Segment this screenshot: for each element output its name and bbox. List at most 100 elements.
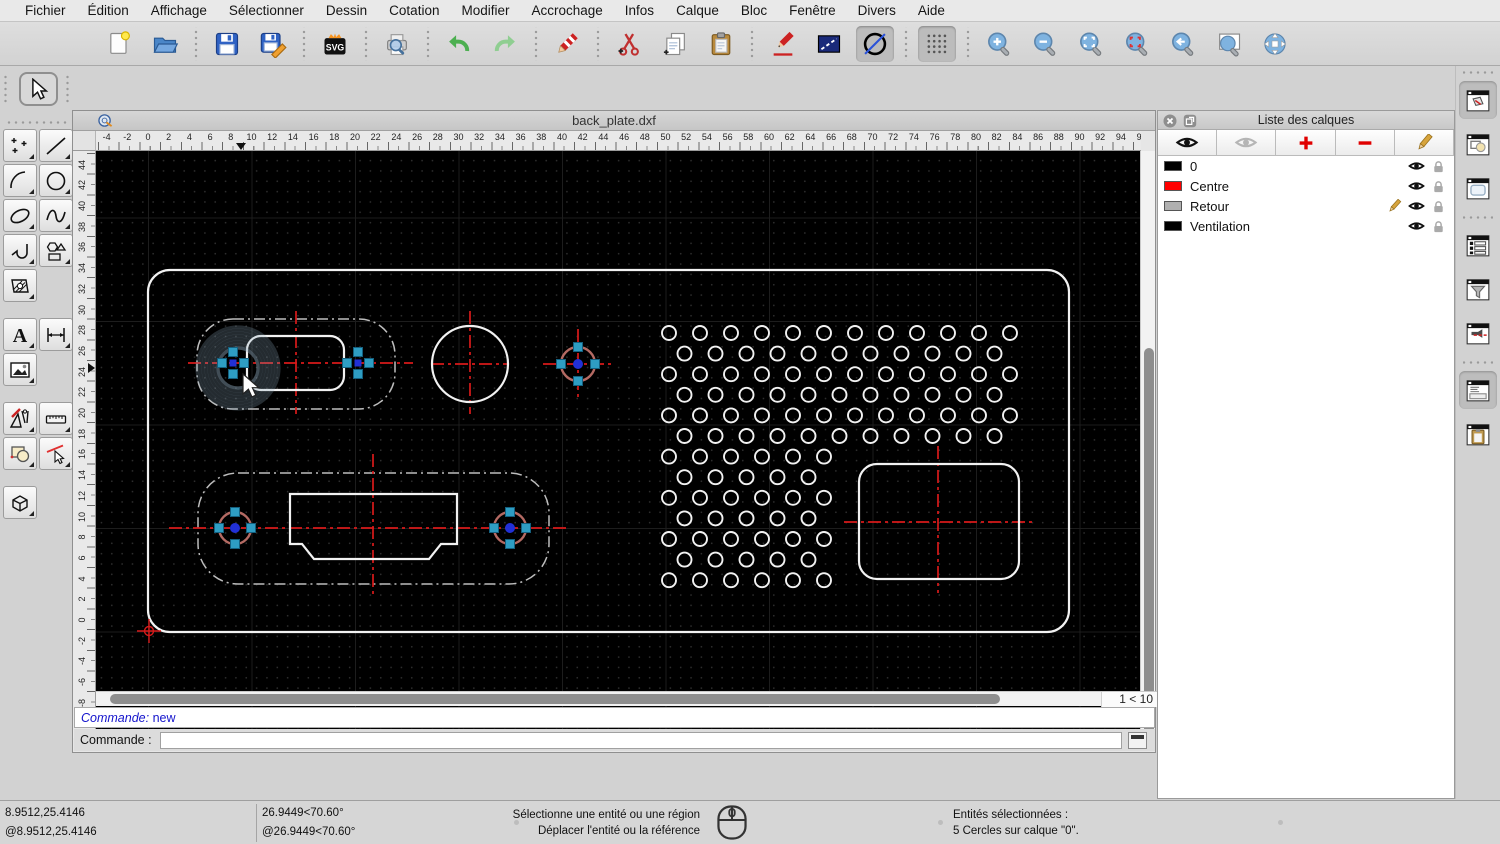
selection-handle[interactable]	[230, 507, 240, 517]
toolbar-handle[interactable]	[64, 74, 71, 104]
ventilation-hole[interactable]	[816, 531, 832, 547]
ventilation-hole[interactable]	[909, 407, 925, 424]
ventilation-hole[interactable]	[723, 448, 739, 465]
grid-button[interactable]	[918, 25, 956, 62]
ventilation-hole[interactable]	[676, 469, 693, 486]
ventilation-hole[interactable]	[971, 407, 987, 424]
remove-layer-button[interactable]	[1335, 130, 1395, 155]
ventilation-hole[interactable]	[971, 325, 987, 341]
ventilation-hole[interactable]	[738, 551, 755, 568]
dimension-tool-button[interactable]	[39, 318, 73, 351]
ventilation-hole[interactable]	[800, 345, 817, 362]
menu-aide[interactable]: Aide	[907, 3, 956, 18]
layer-visibility-eye-icon[interactable]	[1408, 160, 1425, 172]
layer-color-swatch[interactable]	[1164, 161, 1182, 171]
menu-calque[interactable]: Calque	[665, 3, 730, 18]
close-icon[interactable]	[1163, 114, 1177, 128]
ventilation-hole[interactable]	[692, 448, 708, 465]
zoom-previous-button[interactable]	[1164, 26, 1202, 62]
layer-color-swatch[interactable]	[1164, 201, 1182, 211]
ventilation-hole[interactable]	[816, 407, 832, 424]
selection-handle[interactable]	[246, 523, 256, 533]
ventilation-hole[interactable]	[955, 345, 972, 362]
document-titlebar[interactable]: back_plate.dxf	[73, 111, 1155, 131]
ellipse-tool-button[interactable]	[3, 199, 37, 232]
ventilation-hole[interactable]	[723, 572, 739, 589]
select-arrow-button[interactable]	[18, 72, 59, 106]
undo-button[interactable]	[440, 26, 478, 62]
ventilation-hole[interactable]	[661, 572, 677, 589]
ventilation-hole[interactable]	[692, 325, 708, 341]
ventilation-hole[interactable]	[924, 345, 941, 362]
hatch-tool-button[interactable]	[3, 269, 37, 302]
selection-handle[interactable]	[521, 523, 531, 533]
layers-dock-toggle-button[interactable]	[1459, 81, 1497, 119]
print-preview-button[interactable]	[378, 26, 416, 62]
ventilation-hole[interactable]	[661, 448, 677, 465]
ventilation-hole[interactable]	[707, 469, 724, 486]
ventilation-hole[interactable]	[692, 572, 708, 589]
ventilation-hole[interactable]	[1002, 325, 1018, 341]
image-tool-button[interactable]	[3, 353, 37, 386]
ventilation-hole[interactable]	[754, 489, 770, 506]
selection-handle[interactable]	[228, 347, 238, 357]
ventilation-hole[interactable]	[800, 386, 817, 403]
layer-lock-icon[interactable]	[1431, 160, 1446, 173]
zoom-pan-button[interactable]	[1256, 26, 1294, 62]
ventilation-hole[interactable]	[831, 386, 848, 403]
ventilation-hole[interactable]	[723, 407, 739, 424]
ventilation-hole[interactable]	[955, 428, 972, 444]
selection-handle[interactable]	[353, 347, 363, 357]
ventilation-hole[interactable]	[831, 345, 848, 362]
ventilation-hole[interactable]	[986, 345, 1003, 362]
layer-row-centre[interactable]: Centre	[1158, 176, 1454, 196]
selection-handle[interactable]	[228, 369, 238, 379]
selection-handle[interactable]	[217, 358, 227, 368]
ventilation-hole[interactable]	[816, 572, 832, 589]
arc-tool-button[interactable]	[3, 164, 37, 197]
ventilation-hole[interactable]	[707, 386, 724, 403]
save-as-button[interactable]	[254, 26, 292, 62]
ventilation-hole[interactable]	[707, 428, 724, 444]
menu-cotation[interactable]: Cotation	[378, 3, 450, 18]
layer-lock-icon[interactable]	[1431, 180, 1446, 193]
ventilation-hole[interactable]	[1002, 366, 1018, 383]
selection-handle[interactable]	[556, 359, 566, 369]
pen-dock-toggle-button[interactable]	[1459, 314, 1497, 352]
ventilation-hole[interactable]	[661, 366, 677, 383]
ventilation-hole[interactable]	[893, 386, 910, 403]
ventilation-hole[interactable]	[769, 551, 786, 568]
ventilation-hole[interactable]	[800, 551, 817, 568]
layer-lock-icon[interactable]	[1431, 220, 1446, 233]
ventilation-hole[interactable]	[831, 428, 848, 444]
selection-center-handle[interactable]	[230, 523, 240, 533]
redo-button[interactable]	[486, 26, 524, 62]
ventilation-hole[interactable]	[893, 428, 910, 444]
ventilation-hole[interactable]	[754, 572, 770, 589]
spline-tool-button[interactable]	[39, 199, 73, 232]
ventilation-hole[interactable]	[785, 572, 801, 589]
erase-button[interactable]	[548, 26, 586, 62]
layer-row-ventilation[interactable]: Ventilation	[1158, 216, 1454, 236]
ventilation-hole[interactable]	[800, 510, 817, 527]
menu-dessin[interactable]: Dessin	[315, 3, 378, 18]
drawing-canvas[interactable]	[96, 151, 1141, 738]
ventilation-hole[interactable]	[738, 386, 755, 403]
new-button[interactable]	[100, 26, 138, 62]
command-dock-toggle-button[interactable]	[1459, 371, 1497, 409]
menu-divers[interactable]: Divers	[847, 3, 907, 18]
ventilation-hole[interactable]	[738, 510, 755, 527]
selection-center-handle[interactable]	[229, 359, 237, 367]
ventilation-hole[interactable]	[847, 366, 863, 383]
dock-strip-handle[interactable]	[1463, 68, 1493, 76]
menu-bloc[interactable]: Bloc	[730, 3, 778, 18]
ventilation-hole[interactable]	[707, 510, 724, 527]
ventilation-hole[interactable]	[785, 325, 801, 341]
ventilation-hole[interactable]	[738, 428, 755, 444]
selection-handle[interactable]	[573, 342, 583, 352]
selection-handle[interactable]	[353, 369, 363, 379]
vertical-scrollbar-thumb[interactable]	[1143, 348, 1154, 736]
ventilation-hole[interactable]	[862, 345, 879, 362]
ventilation-hole[interactable]	[692, 531, 708, 547]
ventilation-hole[interactable]	[661, 407, 677, 424]
